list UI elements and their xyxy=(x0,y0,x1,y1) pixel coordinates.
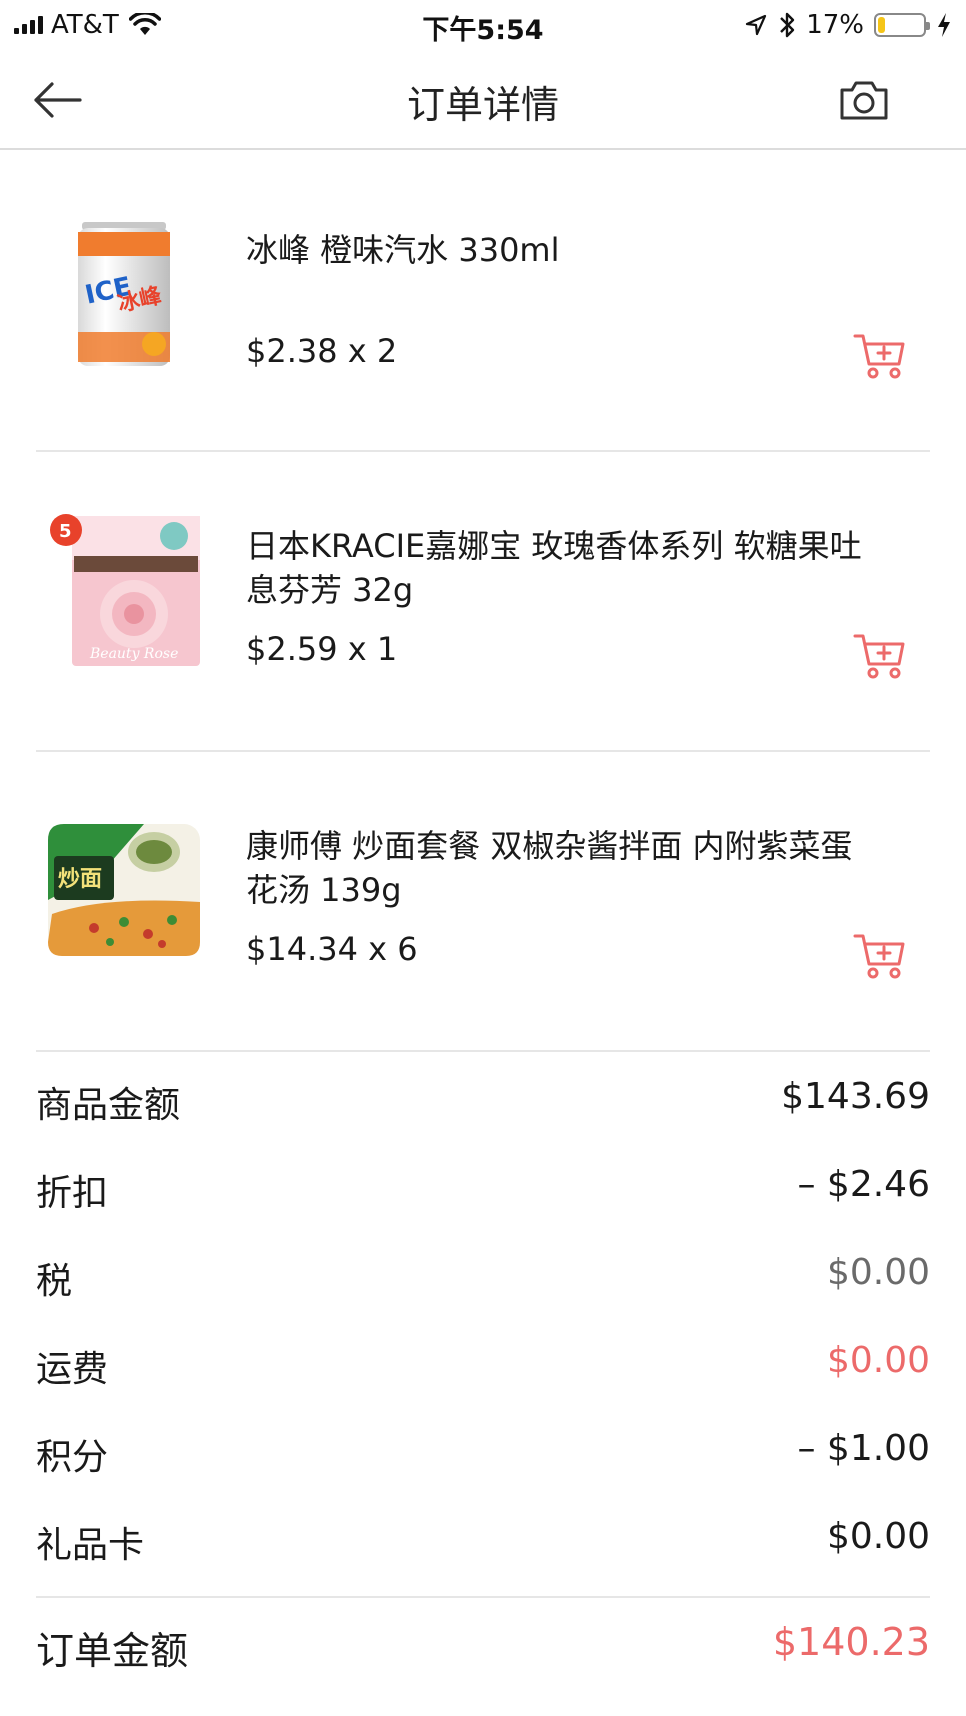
item-price: $2.59 x 1 xyxy=(246,630,398,668)
shipping-value: $0.00 xyxy=(826,1340,930,1381)
page-title: 订单详情 xyxy=(406,83,559,127)
points-label: 积分 xyxy=(36,1437,109,1478)
battery-level xyxy=(878,17,886,33)
discount-value: – $2.46 xyxy=(797,1164,930,1205)
item-name[interactable]: 康师傅 炒面套餐 双椒杂酱拌面 内附紫菜蛋花汤 139g xyxy=(246,824,866,912)
item-name[interactable]: 日本KRACIE嘉娜宝 玫瑰香体系列 软糖果吐息芬芳 32g xyxy=(246,524,866,612)
order-summary: 商品金额 $143.69 折扣 – $2.46 税 $0.00 运费 $0.00… xyxy=(36,1058,930,1698)
add-to-cart-icon[interactable] xyxy=(852,330,908,380)
item-name[interactable]: 冰峰 橙味汽水 330ml xyxy=(246,228,866,272)
total-label: 订单金额 xyxy=(36,1629,189,1673)
points-value: – $1.00 xyxy=(797,1428,930,1469)
rose-candy-image: 5 Beauty Rose xyxy=(50,514,200,666)
add-to-cart-icon[interactable] xyxy=(852,930,908,980)
orange-soda-image: ICE 冰峰 xyxy=(78,222,170,366)
order-item[interactable]: 炒面 康师傅 炒面套餐 双椒杂酱拌面 内附紫菜蛋花汤 139g $14.34 x… xyxy=(36,752,930,1052)
svg-text:炒面: 炒面 xyxy=(58,867,102,892)
camera-icon[interactable] xyxy=(838,76,890,124)
summary-subtotal-row: 商品金额 $143.69 xyxy=(36,1058,930,1146)
charging-icon xyxy=(938,13,950,37)
discount-label: 折扣 xyxy=(36,1173,109,1214)
shipping-label: 运费 xyxy=(36,1349,109,1390)
tax-label: 税 xyxy=(36,1261,73,1302)
status-bar: AT&T 下午5:54 17% xyxy=(0,0,966,50)
summary-total-row: 订单金额 $140.23 xyxy=(36,1598,930,1698)
subtotal-value: $143.69 xyxy=(781,1076,930,1117)
svg-text:5: 5 xyxy=(59,521,72,542)
add-to-cart-icon[interactable] xyxy=(852,630,908,680)
giftcard-value: $0.00 xyxy=(826,1516,930,1557)
order-item-list: ICE 冰峰 冰峰 橙味汽水 330ml $2.38 x 2 5 Beauty … xyxy=(0,152,966,1052)
battery-percent: 17% xyxy=(806,10,864,40)
tax-value: $0.00 xyxy=(826,1252,930,1293)
svg-text:Beauty Rose: Beauty Rose xyxy=(89,646,178,662)
summary-shipping-row: 运费 $0.00 xyxy=(36,1322,930,1410)
battery-icon xyxy=(874,13,930,37)
bluetooth-icon xyxy=(780,12,795,38)
total-value: $140.23 xyxy=(772,1620,930,1664)
item-price: $2.38 x 2 xyxy=(246,332,398,370)
subtotal-label: 商品金额 xyxy=(36,1085,181,1126)
summary-points-row: 积分 – $1.00 xyxy=(36,1410,930,1498)
summary-giftcard-row: 礼品卡 $0.00 xyxy=(36,1498,930,1586)
location-icon xyxy=(746,14,767,36)
nav-bar: 订单详情 xyxy=(0,50,966,150)
summary-discount-row: 折扣 – $2.46 xyxy=(36,1146,930,1234)
item-price: $14.34 x 6 xyxy=(246,930,418,968)
giftcard-label: 礼品卡 xyxy=(36,1525,145,1566)
order-item[interactable]: 5 Beauty Rose 日本KRACIE嘉娜宝 玫瑰香体系列 软糖果吐息芬芳… xyxy=(36,452,930,752)
summary-tax-row: 税 $0.00 xyxy=(36,1234,930,1322)
order-item[interactable]: ICE 冰峰 冰峰 橙味汽水 330ml $2.38 x 2 xyxy=(36,152,930,452)
instant-noodle-image: 炒面 xyxy=(48,824,200,956)
status-right: 17% xyxy=(744,8,952,42)
